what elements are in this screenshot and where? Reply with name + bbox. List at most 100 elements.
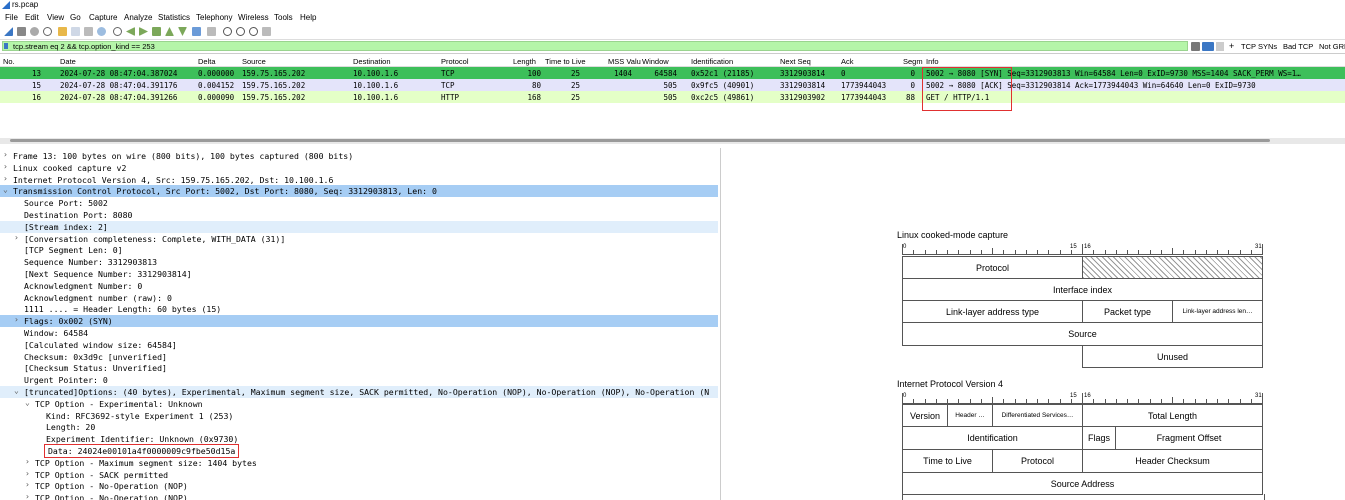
detail-line[interactable]: Data: 24024e00101a4f0000009c9fbe50d15a (0, 444, 718, 458)
packet-row[interactable]: 13 2024-07-28 08:47:04.387024 0.000000 159.… (0, 67, 1345, 79)
bookmark-icon[interactable] (4, 43, 8, 49)
detail-line[interactable]: [TCP Segment Len: 0] (0, 244, 718, 256)
detail-line[interactable]: [Stream index: 2] (0, 220, 718, 233)
detail-line[interactable]: [Checksum Status: Unverified] (0, 362, 718, 374)
menu-analyze[interactable]: Analyze (124, 13, 152, 22)
collapse-arrow-icon[interactable]: ⌄ (3, 185, 8, 194)
clear-filter-icon[interactable] (1191, 42, 1200, 51)
apply-filter-icon[interactable] (1202, 42, 1214, 51)
menu-capture[interactable]: Capture (89, 13, 117, 22)
expand-arrow-icon[interactable]: › (14, 233, 19, 242)
col-ack[interactable]: Ack (841, 57, 854, 66)
field-header-checksum[interactable]: Header Checksum (1082, 449, 1263, 473)
field-ttl[interactable]: Time to Live (902, 449, 993, 473)
packet-row[interactable]: 16 2024-07-28 08:47:04.391266 0.000090 159.… (0, 91, 1345, 103)
filter-button-not-gre[interactable]: Not GRE (1319, 42, 1345, 51)
go-forward-icon[interactable] (139, 27, 148, 36)
detail-line[interactable]: Length: 20 (0, 421, 718, 433)
filter-history-icon[interactable] (1216, 42, 1224, 51)
field-total-length[interactable]: Total Length (1082, 404, 1263, 427)
col-delta[interactable]: Delta (198, 57, 216, 66)
autoscroll-icon[interactable] (192, 27, 201, 36)
field-link-layer-type[interactable]: Link-layer address type (902, 300, 1083, 323)
field-dscp[interactable]: Differentiated Services… (992, 404, 1083, 427)
col-date[interactable]: Date (60, 57, 76, 66)
zoom-in-icon[interactable] (223, 27, 232, 36)
packet-row[interactable]: 15 2024-07-28 08:47:04.391176 0.004152 159.… (0, 79, 1345, 91)
save-file-icon[interactable] (71, 27, 80, 36)
field-identification[interactable]: Identification (902, 426, 1083, 450)
detail-line[interactable]: Experiment Identifier: Unknown (0x9730) (0, 433, 718, 445)
detail-line[interactable]: Urgent Pointer: 0 (0, 374, 718, 386)
col-destination[interactable]: Destination (353, 57, 391, 66)
menu-wireless[interactable]: Wireless (238, 13, 269, 22)
detail-line[interactable]: › TCP Option - SACK permitted (0, 469, 718, 481)
display-filter-input[interactable]: tcp.stream eq 2 && tcp.option_kind == 25… (2, 41, 1188, 51)
detail-line[interactable]: ⌄ TCP Option - Experimental: Unknown (0, 398, 718, 410)
detail-line[interactable]: ⌄ [truncated]Options: (40 bytes), Experim… (0, 386, 718, 398)
col-info[interactable]: Info (926, 57, 939, 66)
pane-splitter[interactable] (720, 148, 721, 500)
detail-line[interactable]: › Internet Protocol Version 4, Src: 159.7… (0, 174, 718, 186)
detail-line[interactable]: Acknowledgment Number: 0 (0, 280, 718, 292)
detail-line[interactable]: Sequence Number: 3312903813 (0, 256, 718, 268)
menu-telephony[interactable]: Telephony (196, 13, 232, 22)
colorize-icon[interactable] (207, 27, 216, 36)
go-back-icon[interactable] (126, 27, 135, 36)
field-protocol[interactable]: Protocol (902, 256, 1083, 279)
normal-size-icon[interactable] (249, 27, 258, 36)
expand-arrow-icon[interactable]: › (25, 480, 30, 489)
field-source[interactable]: Source (902, 322, 1263, 346)
reload-file-icon[interactable] (97, 27, 106, 36)
stop-capture-icon[interactable] (17, 27, 26, 36)
col-no[interactable]: No. (3, 57, 15, 66)
restart-capture-icon[interactable] (30, 27, 39, 36)
expand-arrow-icon[interactable]: › (25, 457, 30, 466)
expand-arrow-icon[interactable]: › (25, 469, 30, 478)
detail-line[interactable]: ⌄ Transmission Control Protocol, Src Port… (0, 185, 718, 198)
menu-edit[interactable]: Edit (25, 13, 39, 22)
scrollbar-thumb[interactable] (10, 139, 1270, 142)
col-identification[interactable]: Identification (691, 57, 733, 66)
close-file-icon[interactable] (84, 27, 93, 36)
find-packet-icon[interactable] (113, 27, 122, 36)
col-source[interactable]: Source (242, 57, 266, 66)
collapse-arrow-icon[interactable]: ⌄ (14, 386, 19, 395)
last-packet-icon[interactable] (178, 27, 187, 36)
detail-line[interactable]: › TCP Option - No-Operation (NOP) (0, 480, 718, 492)
detail-line[interactable]: › [Conversation completeness: Complete, W… (0, 233, 718, 245)
detail-line[interactable]: Destination Port: 8080 (0, 209, 718, 221)
detail-line[interactable]: › Linux cooked capture v2 (0, 162, 718, 174)
expand-arrow-icon[interactable]: › (3, 150, 8, 159)
field-unused[interactable]: Unused (1082, 345, 1263, 368)
col-next-seq[interactable]: Next Seq (780, 57, 811, 66)
go-to-packet-icon[interactable] (152, 27, 161, 36)
detail-line[interactable]: Window: 64584 (0, 327, 718, 339)
field-version[interactable]: Version (902, 404, 948, 427)
first-packet-icon[interactable] (165, 27, 174, 36)
menu-go[interactable]: Go (70, 13, 81, 22)
menu-statistics[interactable]: Statistics (158, 13, 190, 22)
resize-columns-icon[interactable] (262, 27, 271, 36)
expand-arrow-icon[interactable]: › (3, 162, 8, 171)
detail-line[interactable]: 1111 .... = Header Length: 60 bytes (15) (0, 303, 718, 315)
capture-options-icon[interactable] (43, 27, 52, 36)
expand-arrow-icon[interactable]: › (3, 174, 8, 183)
field-link-layer-len[interactable]: Link-layer address len… (1172, 300, 1263, 323)
col-segm[interactable]: Segm (903, 57, 923, 66)
add-filter-button-icon[interactable]: + (1229, 41, 1234, 51)
col-ttl[interactable]: Time to Live (545, 57, 586, 66)
col-window[interactable]: Window (642, 57, 669, 66)
zoom-out-icon[interactable] (236, 27, 245, 36)
filter-button-bad-tcp[interactable]: Bad TCP (1283, 42, 1313, 51)
menu-tools[interactable]: Tools (274, 13, 293, 22)
col-protocol[interactable]: Protocol (441, 57, 469, 66)
open-file-icon[interactable] (58, 27, 67, 36)
detail-line[interactable]: › TCP Option - Maximum segment size: 1404… (0, 457, 718, 469)
detail-line[interactable]: [Next Sequence Number: 3312903814] (0, 268, 718, 280)
detail-line[interactable]: › Frame 13: 100 bytes on wire (800 bits),… (0, 150, 718, 162)
menu-view[interactable]: View (47, 13, 64, 22)
menu-help[interactable]: Help (300, 13, 316, 22)
field-packet-type[interactable]: Packet type (1082, 300, 1173, 323)
detail-line[interactable]: Acknowledgment number (raw): 0 (0, 292, 718, 304)
